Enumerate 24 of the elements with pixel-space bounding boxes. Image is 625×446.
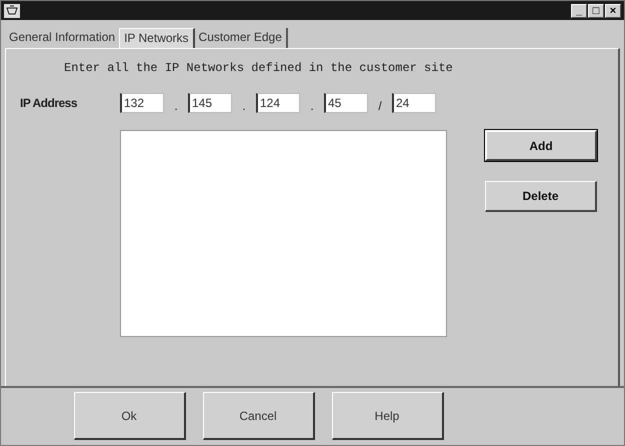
input-field[interactable]: 124 — [256, 93, 300, 113]
add-button[interactable]: Add — [485, 130, 597, 161]
ip-address-label: IP Address — [20, 96, 78, 112]
separator-text: / — [377, 99, 383, 113]
input-field[interactable]: 24 — [392, 93, 436, 113]
ok-button[interactable]: Ok — [74, 392, 186, 440]
delete-button[interactable]: Delete — [485, 181, 597, 212]
tab[interactable]: IP Networks — [119, 28, 195, 49]
app-icon — [4, 4, 20, 18]
instruction-text: Enter all the IP Networks defined in the customer site — [64, 61, 454, 75]
tab[interactable]: Customer Edge — [194, 28, 288, 48]
close-icon[interactable]: × — [605, 4, 621, 18]
cancel-button[interactable]: Cancel — [202, 392, 314, 440]
tab[interactable]: General Information — [5, 28, 120, 48]
input-field[interactable]: 132 — [120, 93, 164, 113]
input-field[interactable]: 145 — [188, 93, 232, 113]
separator-text: . — [241, 99, 247, 113]
help-button[interactable]: Help — [332, 392, 444, 440]
separator-text: . — [309, 99, 315, 113]
maximize-icon[interactable]: □ — [588, 4, 604, 18]
separator-text: . — [173, 99, 179, 113]
minimize-icon[interactable]: _ — [571, 4, 587, 18]
network-list[interactable] — [120, 130, 447, 337]
input-field[interactable]: 45 — [324, 93, 368, 113]
